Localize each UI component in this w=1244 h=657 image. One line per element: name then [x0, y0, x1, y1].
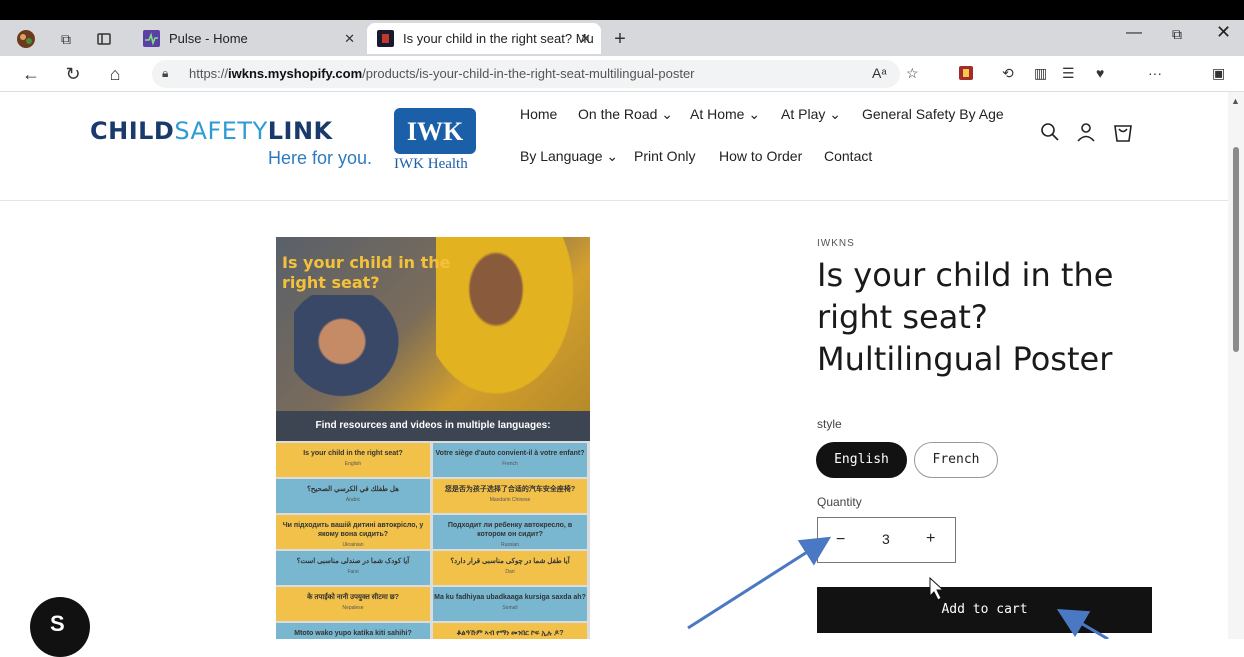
nav-home[interactable]: Home	[520, 106, 557, 122]
extension-icon[interactable]	[958, 65, 974, 84]
extensions-puzzle-icon[interactable]: ⟲	[1002, 65, 1014, 82]
cart-icon[interactable]	[1112, 122, 1134, 150]
url-text: https://iwkns.myshopify.com/products/is-…	[189, 66, 695, 81]
profile-avatar-icon[interactable]	[16, 29, 36, 49]
tab-label: Is your child in the right seat? Mu	[403, 31, 594, 46]
poster-cell: Votre siège d'auto convient-il à votre e…	[433, 443, 587, 477]
poster-cell: 您是否为孩子选择了合适的汽车安全座椅? Mandarin Chinese	[433, 479, 587, 513]
poster-band: Find resources and videos in multiple la…	[276, 411, 590, 441]
child-safety-link-logo[interactable]: CHILDSAFETYLINK	[90, 117, 333, 145]
poster-photo-adult	[436, 237, 586, 411]
logo-tagline: Here for you.	[268, 148, 373, 168]
quantity-increase-button[interactable]: +	[926, 530, 935, 548]
minimize-button[interactable]: —	[1126, 24, 1142, 42]
new-tab-button[interactable]: +	[610, 28, 630, 50]
iwk-logo-icon: IWK	[394, 108, 476, 154]
tab-pulse-home[interactable]: Pulse - Home ✕	[133, 23, 365, 54]
product-image[interactable]: Is your child in the right seat? Find re…	[276, 237, 590, 639]
poster-cell: آیا کودک شما در صندلی مناسبی است؟ Farsi	[276, 551, 430, 585]
tab-label: Pulse - Home	[169, 31, 248, 46]
nav-general-safety[interactable]: General Safety By Age	[862, 106, 1004, 122]
more-options-icon[interactable]: ···	[1148, 65, 1162, 81]
browser-address-bar-row: ← ↻ ⌂ 🔒︎ https://iwkns.myshopify.com/pro…	[0, 56, 1244, 92]
poster-cell: Подходит ли ребенку автокресло, в которо…	[433, 515, 587, 549]
add-to-cart-button[interactable]: Add to cart	[817, 587, 1152, 633]
workspaces-icon[interactable]: ⧉	[56, 29, 76, 49]
poster-cell: Чи підходить вашій дитині автокрісло, у …	[276, 515, 430, 549]
product-vendor: IWKNS	[817, 238, 855, 249]
sidebar-toggle-icon[interactable]: ▣	[1212, 65, 1225, 82]
poster-cell: Is your child in the right seat? English	[276, 443, 430, 477]
shopify-chat-badge[interactable]: S	[30, 597, 90, 657]
split-screen-icon[interactable]: ▥	[1034, 65, 1047, 82]
poster-cell: Mtoto wako yupo katika kiti sahihi?	[276, 623, 430, 639]
style-label: style	[817, 417, 842, 431]
site-info-icon[interactable]: 🔒︎	[162, 66, 168, 81]
nav-by-language[interactable]: By Language ⌄	[520, 148, 618, 165]
restore-button[interactable]: ⧉	[1172, 26, 1182, 43]
header-divider	[0, 200, 1228, 201]
poster-cell: آیا طفل شما در چوکی مناسبی قرار دارد؟ Dar…	[433, 551, 587, 585]
scrollbar-thumb[interactable]	[1233, 147, 1239, 352]
refresh-icon[interactable]: ↻	[62, 64, 84, 85]
nav-on-the-road[interactable]: On the Road ⌄	[578, 106, 673, 123]
web-page: CHILDSAFETYLINK Here for you. IWK IWK He…	[0, 92, 1228, 657]
quantity-stepper: − 3 +	[817, 517, 956, 563]
browser-tab-strip: ⧉ Pulse - Home ✕ Is your child in the ri…	[0, 20, 1244, 56]
page-scrollbar[interactable]: ▲	[1228, 92, 1244, 639]
back-arrow-icon[interactable]: ←	[20, 64, 42, 85]
poster-title: Is your child in the right seat?	[282, 253, 451, 292]
read-aloud-icon[interactable]: Aᵃ	[872, 65, 887, 81]
tab-actions-icon[interactable]	[94, 29, 114, 49]
tab-product-page[interactable]: Is your child in the right seat? Mu ✕	[367, 23, 601, 54]
health-extension-icon[interactable]: ♥	[1096, 65, 1104, 81]
poster-cell: Ma ku fadhiyaa ubadkaaga kursiga saxda a…	[433, 587, 587, 621]
nav-at-play[interactable]: At Play ⌄	[781, 106, 841, 123]
url-field[interactable]: 🔒︎ https://iwkns.myshopify.com/products/…	[152, 60, 900, 88]
product-title: Is your child in the right seat? Multili…	[817, 256, 1114, 378]
quantity-decrease-button[interactable]: −	[836, 531, 845, 549]
favorite-star-icon[interactable]: ☆	[906, 65, 919, 82]
quantity-label: Quantity	[817, 495, 862, 509]
search-icon[interactable]	[1040, 122, 1060, 148]
poster-cell: هل طفلك في الكرسي الصحيح؟ Arabic	[276, 479, 430, 513]
account-icon[interactable]	[1076, 122, 1096, 148]
nav-how-to-order[interactable]: How to Order	[719, 148, 802, 164]
nav-at-home[interactable]: At Home ⌄	[690, 106, 760, 123]
home-icon[interactable]: ⌂	[104, 64, 126, 85]
nav-print-only[interactable]: Print Only	[634, 148, 695, 164]
svg-text:IWK: IWK	[407, 117, 464, 146]
tab-close-icon[interactable]: ✕	[344, 23, 355, 54]
poster-cell: के तपाईंको नानी उपयुक्त सीटमा छ? Nepalese	[276, 587, 430, 621]
pulse-favicon-icon	[143, 30, 160, 47]
poster-cell: ቆልዓኹም ኣብ የማነ መንበር ኮፍ ኢሉ ዶ?	[433, 623, 587, 639]
scroll-up-icon[interactable]: ▲	[1231, 96, 1240, 106]
close-window-button[interactable]: ✕	[1216, 22, 1231, 43]
style-option-english[interactable]: English	[816, 442, 907, 478]
nav-contact[interactable]: Contact	[824, 148, 872, 164]
quantity-input[interactable]: 3	[882, 531, 890, 547]
style-option-french[interactable]: French	[914, 442, 998, 478]
poster-photo-child	[294, 295, 414, 411]
iwk-health-label: IWK Health	[394, 156, 468, 172]
favorites-list-icon[interactable]: ☰	[1062, 65, 1075, 82]
tab-close-icon[interactable]: ✕	[580, 23, 591, 54]
screen-top-bar	[0, 0, 1244, 20]
site-favicon-icon	[377, 30, 394, 47]
